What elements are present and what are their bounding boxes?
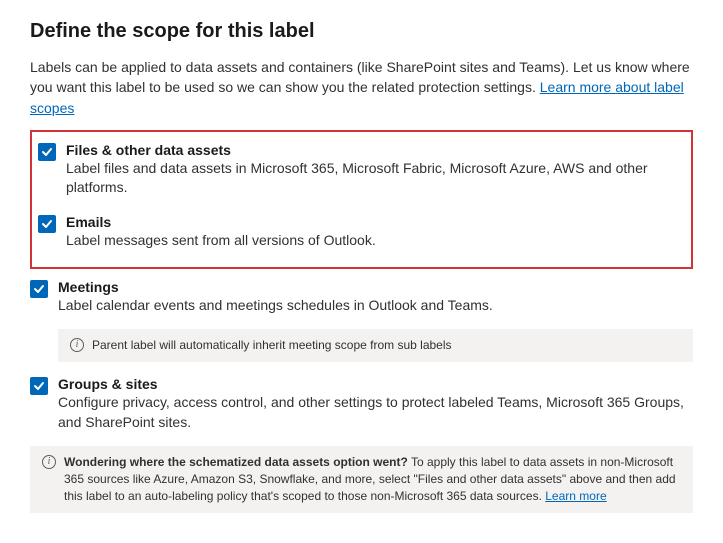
files-title: Files & other data assets — [66, 142, 683, 158]
scope-emails: Emails Label messages sent from all vers… — [38, 210, 683, 261]
checkmark-icon — [33, 283, 45, 295]
meetings-info-bar: i Parent label will automatically inheri… — [58, 329, 693, 362]
files-desc: Label files and data assets in Microsoft… — [66, 159, 683, 198]
groups-checkbox[interactable] — [30, 377, 48, 395]
info-icon: i — [42, 455, 56, 469]
meetings-title: Meetings — [58, 279, 693, 295]
highlighted-scopes: Files & other data assets Label files an… — [30, 130, 693, 269]
scope-meetings: Meetings Label calendar events and meeti… — [30, 275, 693, 326]
files-checkbox[interactable] — [38, 143, 56, 161]
page-title: Define the scope for this label — [30, 20, 693, 43]
checkmark-icon — [41, 146, 53, 158]
schematized-info-bar: i Wondering where the schematized data a… — [30, 446, 693, 512]
checkmark-icon — [33, 380, 45, 392]
meetings-info-text: Parent label will automatically inherit … — [92, 337, 681, 354]
groups-desc: Configure privacy, access control, and o… — [58, 393, 693, 432]
intro-text: Labels can be applied to data assets and… — [30, 57, 693, 118]
checkmark-icon — [41, 218, 53, 230]
scope-files: Files & other data assets Label files an… — [38, 138, 683, 208]
meetings-desc: Label calendar events and meetings sched… — [58, 296, 693, 316]
info-icon: i — [70, 338, 84, 352]
scope-groups: Groups & sites Configure privacy, access… — [30, 372, 693, 442]
schematized-learn-more-link[interactable]: Learn more — [545, 489, 606, 503]
meetings-checkbox[interactable] — [30, 280, 48, 298]
groups-title: Groups & sites — [58, 376, 693, 392]
emails-title: Emails — [66, 214, 683, 230]
emails-checkbox[interactable] — [38, 215, 56, 233]
schematized-bold: Wondering where the schematized data ass… — [64, 455, 408, 469]
emails-desc: Label messages sent from all versions of… — [66, 231, 683, 251]
